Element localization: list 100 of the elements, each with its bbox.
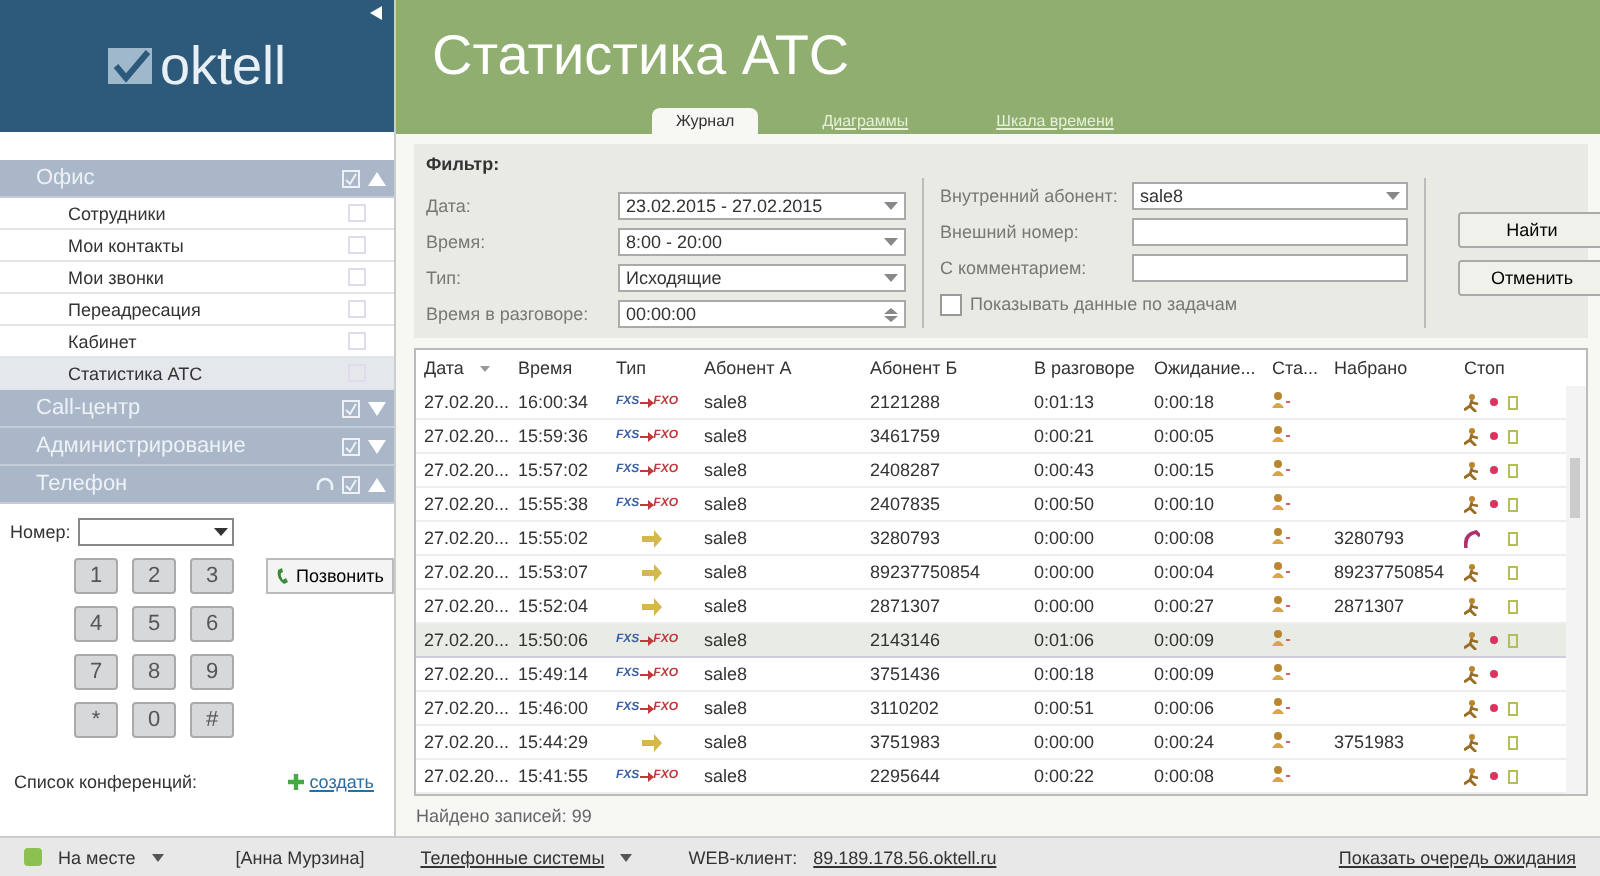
table-cell-text: 3751436 [870, 664, 943, 684]
person-icon [1272, 766, 1290, 782]
sidebar-item[interactable]: Мои контакты [0, 230, 394, 262]
dropdown-field[interactable]: sale8 [1132, 182, 1408, 210]
table-cell-text: 27.02.20... [424, 732, 512, 752]
table-cell-text: sale8 [704, 766, 750, 786]
table-cell-text: 2408287 [870, 460, 943, 480]
arrow-icon [639, 635, 654, 645]
dial-key[interactable]: 4 [74, 606, 118, 642]
tab[interactable]: Журнал [652, 108, 759, 134]
item-label: Мои контакты [68, 235, 186, 255]
dial-key[interactable]: 9 [190, 654, 234, 690]
column-header[interactable]: Набрано [1334, 358, 1464, 378]
table-cell-text: 0:00:00 [1034, 562, 1097, 582]
dropdown-field[interactable]: Исходящие [618, 264, 906, 292]
dial-key[interactable]: 5 [132, 606, 176, 642]
table-cell-text: 15:50:06 [518, 630, 591, 650]
table-cell-text: sale8 [704, 426, 750, 446]
table-cell-text: sale8 [704, 698, 750, 718]
dial-key[interactable]: 1 [74, 558, 118, 594]
table-cell-text: 15:44:29 [518, 732, 591, 752]
expand-arrow-icon[interactable] [368, 401, 386, 415]
expand-arrow-icon[interactable] [368, 439, 386, 453]
dial-key[interactable]: 7 [74, 654, 118, 690]
arrow-icon [639, 771, 654, 781]
dial-key[interactable]: 0 [132, 702, 176, 738]
dropdown-icon [1386, 192, 1400, 200]
column-header[interactable]: Ожидание... [1154, 358, 1272, 378]
dial-key[interactable]: 3 [190, 558, 234, 594]
column-header[interactable]: Абонент Б [870, 358, 1034, 378]
input-field[interactable] [1132, 254, 1408, 282]
section-label: Call-центр [36, 396, 143, 420]
column-header[interactable]: Ста... [1272, 358, 1334, 378]
dial-key[interactable]: 8 [132, 654, 176, 690]
dial-key[interactable]: # [190, 702, 234, 738]
field-label: Внутренний абонент: [940, 186, 1120, 206]
table-row[interactable]: 27.02.20... 15:55:02 sale8 3280793 0:00:00 0:00:08 3280793 [416, 522, 1566, 556]
table-cell-text: 0:00:06 [1154, 698, 1217, 718]
sidebar-item[interactable]: Переадресация [0, 294, 394, 326]
spinner-icon[interactable] [884, 307, 898, 321]
call-button[interactable]: Позвонить [266, 558, 394, 594]
table-cell-text: 16:00:34 [518, 392, 591, 412]
table-cell-text: 0:00:18 [1154, 392, 1217, 412]
number-field[interactable] [78, 518, 235, 546]
arrow-icon [639, 431, 654, 441]
table-row[interactable]: 27.02.20... 15:44:29 sale8 3751983 0:00:00 0:00:24 3751983 [416, 726, 1566, 760]
table-cell-text: 0:00:08 [1154, 528, 1217, 548]
person-icon [1272, 732, 1290, 748]
dial-key[interactable]: 2 [132, 558, 176, 594]
field-value: sale8 [1140, 186, 1186, 206]
person-icon [1272, 630, 1290, 646]
table-cell-text: sale8 [704, 596, 750, 616]
column-header[interactable]: Дата [424, 358, 464, 378]
collapse-arrow-icon[interactable] [368, 477, 386, 491]
table-cell-text: 0:00:09 [1154, 630, 1217, 650]
table-cell-text: 27.02.20... [424, 392, 512, 412]
record-count: Найдено записей: 99 [414, 804, 594, 830]
column-header[interactable]: В разговоре [1034, 358, 1154, 378]
dropdown-field[interactable]: 23.02.2015 - 27.02.2015 [618, 192, 906, 220]
dropdown-field[interactable]: 8:00 - 20:00 [618, 228, 906, 256]
dial-key[interactable]: 6 [190, 606, 234, 642]
collapse-arrow-icon[interactable] [368, 171, 386, 185]
dropdown-icon [884, 238, 898, 246]
table-cell-text: 0:00:00 [1034, 732, 1097, 752]
table-cell-text: 27.02.20... [424, 664, 512, 684]
table-row[interactable]: 27.02.20... 15:53:07 sale8 89237750854 0:00:00 0:00:04 89237750854 [416, 556, 1566, 590]
sidebar-item[interactable]: Статистика АТС [0, 358, 394, 390]
column-header[interactable]: Время [518, 358, 616, 378]
page-title: Статистика АТС [430, 22, 852, 90]
scroll-thumb[interactable] [1570, 458, 1580, 518]
dropdown-icon[interactable] [151, 853, 164, 861]
web-link[interactable]: 89.189.178.56.oktell.ru [813, 847, 997, 867]
table-cell-text: 27.02.20... [424, 562, 512, 582]
filter-button[interactable]: Отменить [1458, 259, 1600, 295]
dial-key[interactable]: * [74, 702, 118, 738]
scrollbar[interactable] [1566, 386, 1586, 794]
input-field[interactable]: 00:00:00 [618, 300, 906, 328]
checkbox[interactable] [940, 293, 962, 315]
queue-link[interactable]: Показать очередь ожидания [1338, 847, 1576, 867]
column-header[interactable]: Стоп [1464, 358, 1554, 378]
filter-button[interactable]: Найти [1458, 211, 1600, 247]
column-header[interactable]: Тип [616, 358, 704, 378]
person-icon [1272, 596, 1290, 612]
section-label: Телефон [36, 472, 130, 496]
collapse-icon[interactable] [370, 6, 382, 20]
column-header[interactable]: Абонент А [704, 358, 870, 378]
field-label: Время: [426, 232, 488, 252]
presence-status[interactable]: На месте [58, 847, 136, 867]
dropdown-icon[interactable] [620, 853, 633, 861]
table-cell-text: 2871307 [870, 596, 943, 616]
sidebar-item[interactable]: Мои звонки [0, 262, 394, 294]
sidebar-item[interactable]: Сотрудники [0, 198, 394, 230]
table-cell-text: 3461759 [870, 426, 943, 446]
company-link[interactable]: Телефонные системы [420, 847, 605, 867]
table-cell-text: 0:00:21 [1034, 426, 1097, 446]
phone-icon [276, 567, 290, 585]
dropdown-icon [884, 274, 898, 282]
input-field[interactable] [1132, 218, 1408, 246]
create-link[interactable]: создать [287, 772, 374, 792]
person-icon [1272, 698, 1290, 714]
